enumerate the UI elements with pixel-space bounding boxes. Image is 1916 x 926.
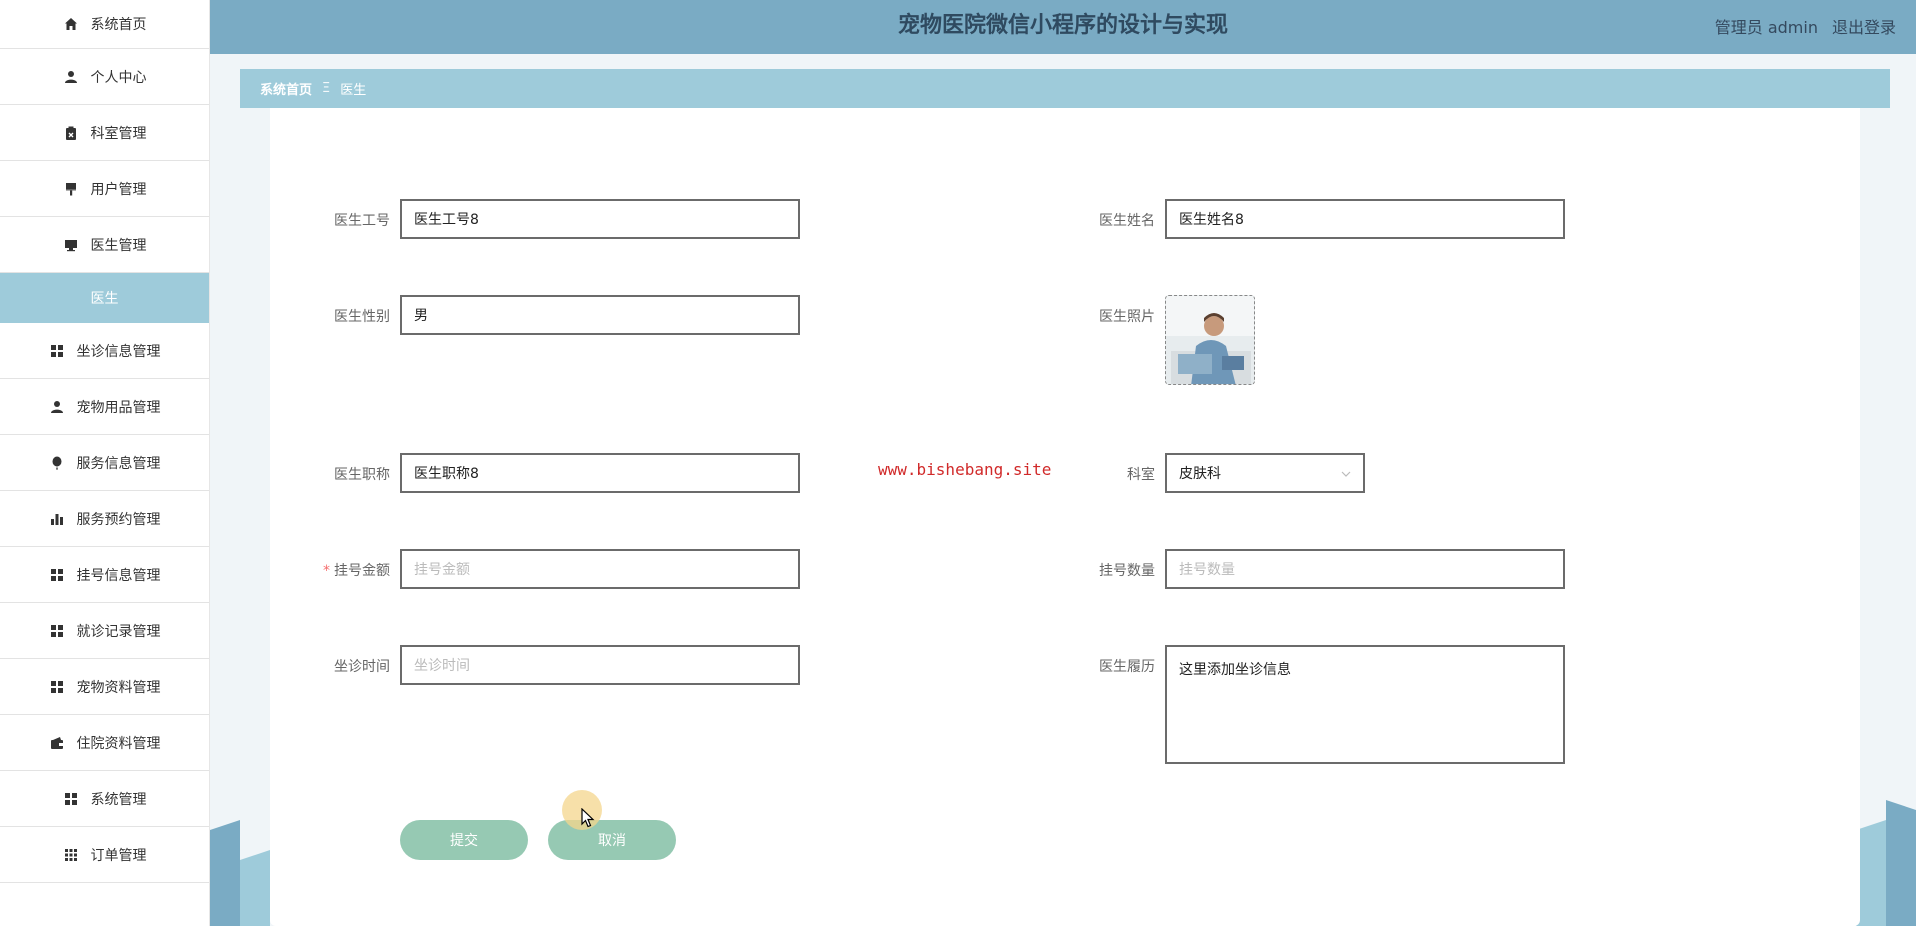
cancel-button[interactable]: 取消 xyxy=(548,820,676,860)
decorative-shape-right xyxy=(1856,800,1916,926)
sidebar-item-users[interactable]: 用户管理 xyxy=(0,161,209,217)
sidebar-subitem-doctor[interactable]: 医生 xyxy=(0,273,209,323)
breadcrumb-home[interactable]: 系统首页 xyxy=(260,79,312,98)
required-mark: * xyxy=(323,563,330,579)
schedule-input[interactable]: 坐诊时间 xyxy=(400,645,800,685)
breadcrumb-separator: Ξ xyxy=(322,81,331,96)
doctor-photo-image xyxy=(1166,296,1254,384)
user-area: 管理员 admin 退出登录 xyxy=(1715,14,1896,38)
doctor-id-label: 医生工号 xyxy=(334,213,390,229)
sidebar-item-label: 个人中心 xyxy=(90,69,147,86)
breadcrumb-current: 医生 xyxy=(340,83,367,98)
apps-icon xyxy=(63,847,79,863)
department-selected-value: 皮肤科 xyxy=(1179,466,1221,482)
bar-chart-icon xyxy=(49,511,65,527)
top-header: 宠物医院微信小程序的设计与实现 管理员 admin 退出登录 xyxy=(210,0,1916,54)
grid-icon xyxy=(49,567,65,583)
grid-icon xyxy=(49,679,65,695)
quota-label: 挂号数量 xyxy=(1099,563,1155,579)
sidebar: 系统首页 个人中心 科室管理 用户管理 医生管理 医生 坐诊信息管理 宠物用品管… xyxy=(0,0,210,926)
sidebar-item-label: 挂号信息管理 xyxy=(76,567,161,584)
schedule-label: 坐诊时间 xyxy=(334,659,390,675)
quota-input[interactable]: 挂号数量 xyxy=(1165,549,1565,589)
sidebar-item-home[interactable]: 系统首页 xyxy=(0,0,209,49)
sidebar-item-pet-profiles[interactable]: 宠物资料管理 xyxy=(0,659,209,715)
sidebar-item-label: 用户管理 xyxy=(90,181,147,198)
submit-button[interactable]: 提交 xyxy=(400,820,528,860)
clipboard-icon xyxy=(63,125,79,141)
grid-icon xyxy=(49,343,65,359)
doctor-name-input[interactable]: 医生姓名8 xyxy=(1165,199,1565,239)
fee-label: * 挂号金额 xyxy=(280,560,390,580)
sidebar-item-label: 宠物用品管理 xyxy=(76,399,161,416)
grid-icon xyxy=(63,791,79,807)
app-title: 宠物医院微信小程序的设计与实现 xyxy=(897,13,1228,38)
fee-input[interactable]: 挂号金额 xyxy=(400,549,800,589)
sidebar-item-label: 科室管理 xyxy=(90,125,147,142)
sidebar-item-label: 医生管理 xyxy=(90,237,147,254)
current-user: 管理员 admin xyxy=(1714,18,1818,37)
title-label: 医生职称 xyxy=(334,467,390,483)
brush-icon xyxy=(63,181,79,197)
sidebar-item-label: 服务信息管理 xyxy=(76,455,161,472)
sidebar-item-registrations[interactable]: 挂号信息管理 xyxy=(0,547,209,603)
sidebar-item-hospitalization[interactable]: 住院资料管理 xyxy=(0,715,209,771)
doctor-name-label: 医生姓名 xyxy=(1099,213,1155,229)
wallet-icon xyxy=(49,735,65,751)
sidebar-item-service-bookings[interactable]: 服务预约管理 xyxy=(0,491,209,547)
sidebar-item-consultations[interactable]: 坐诊信息管理 xyxy=(0,323,209,379)
doctor-photo[interactable] xyxy=(1165,295,1255,385)
gender-input[interactable]: 男 xyxy=(400,295,800,335)
resume-textarea[interactable]: 这里添加坐诊信息 xyxy=(1165,645,1565,764)
sidebar-item-orders[interactable]: 订单管理 xyxy=(0,827,209,883)
sidebar-item-pet-supplies[interactable]: 宠物用品管理 xyxy=(0,379,209,435)
logout-link[interactable]: 退出登录 xyxy=(1832,14,1896,38)
department-label: 科室 xyxy=(1127,467,1155,483)
sidebar-item-departments[interactable]: 科室管理 xyxy=(0,105,209,161)
sidebar-item-label: 坐诊信息管理 xyxy=(76,343,161,360)
sidebar-item-label: 住院资料管理 xyxy=(76,735,161,752)
watermark-text: www.bishebang.site xyxy=(878,460,1052,479)
title-input[interactable]: 医生职称8 xyxy=(400,453,800,493)
sidebar-item-visit-records[interactable]: 就诊记录管理 xyxy=(0,603,209,659)
fee-label-text: 挂号金额 xyxy=(334,563,390,579)
sidebar-item-label: 订单管理 xyxy=(90,847,147,864)
home-icon xyxy=(63,16,79,32)
mouse-cursor-icon xyxy=(581,808,595,828)
decorative-shape-left xyxy=(210,820,270,926)
chevron-down-icon xyxy=(1341,466,1351,480)
sidebar-item-label: 医生 xyxy=(90,291,119,307)
sidebar-item-doctors[interactable]: 医生管理 xyxy=(0,217,209,273)
photo-label: 医生照片 xyxy=(1099,309,1155,325)
sidebar-item-profile[interactable]: 个人中心 xyxy=(0,49,209,105)
department-select[interactable]: 皮肤科 xyxy=(1165,453,1365,493)
sidebar-item-system[interactable]: 系统管理 xyxy=(0,771,209,827)
sidebar-item-label: 系统首页 xyxy=(90,17,147,33)
sidebar-item-label: 服务预约管理 xyxy=(76,511,161,528)
breadcrumb: 系统首页 Ξ 医生 xyxy=(240,69,1890,108)
balloon-icon xyxy=(49,455,65,471)
person-icon xyxy=(49,399,65,415)
sidebar-item-label: 就诊记录管理 xyxy=(76,623,161,640)
sidebar-item-label: 宠物资料管理 xyxy=(76,679,161,696)
resume-label: 医生履历 xyxy=(1099,659,1155,675)
gender-label: 医生性别 xyxy=(334,309,390,325)
grid-icon xyxy=(49,623,65,639)
sidebar-item-label: 系统管理 xyxy=(90,791,147,808)
user-icon xyxy=(63,69,79,85)
sidebar-item-services[interactable]: 服务信息管理 xyxy=(0,435,209,491)
monitor-icon xyxy=(63,237,79,253)
doctor-id-input[interactable]: 医生工号8 xyxy=(400,199,800,239)
